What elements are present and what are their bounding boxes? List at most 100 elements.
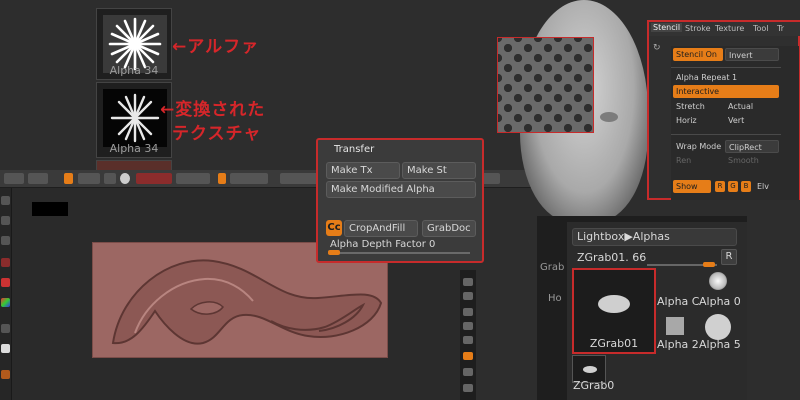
brush-swatch-icon[interactable] [1,258,10,267]
tool-icon[interactable] [463,322,473,330]
elv-button[interactable]: Elv [754,180,778,193]
alpha-slider-knob[interactable] [703,262,715,267]
alpha-5-caption[interactable]: Alpha 5 [699,338,741,351]
tab-tool[interactable]: Tool [753,24,769,33]
stroke-swatch-icon[interactable] [1,278,10,287]
wrap-mode-label[interactable]: Wrap Mode [673,140,723,153]
texture-annotation-line2: テクスチャ [172,124,262,144]
lightbox-alphas-button[interactable]: Lightbox▶Alphas [572,228,737,246]
oval-alpha-icon [598,295,630,313]
cliprect-button[interactable]: ClipRect [725,140,779,153]
zgrab-mini-caption: ZGrab0 [573,379,615,392]
g-toggle[interactable]: G [728,181,738,192]
depth-label-text: Alpha Depth Factor [330,239,426,250]
tool-icon[interactable] [463,384,473,392]
selected-alpha-thumbnail[interactable]: ZGrab01 [572,268,656,354]
toolbar-item[interactable] [104,173,116,184]
alpha-0-caption[interactable]: Alpha 0 [699,295,741,308]
ren-slider[interactable]: Ren [673,154,723,167]
horiz-button[interactable]: Horiz [673,114,723,127]
tool-icon[interactable] [463,368,473,376]
cc-toggle[interactable]: Cc [326,220,342,236]
tool-icon[interactable] [1,236,10,245]
transfer-panel: Transfer Make Tx Make St Make Modified A… [316,138,484,263]
divider [671,134,781,135]
tab-stroke[interactable]: Stroke [685,24,711,33]
texture-annotation-line1: ←変換された [160,100,266,120]
make-tx-button[interactable]: Make Tx [326,162,400,179]
crop-and-fill-button[interactable]: CropAndFill [344,220,418,237]
stencil-tabs: Stencil Stroke Texture Tool Tr [649,22,800,36]
tool-icon[interactable] [1,196,10,205]
grab-doc-button[interactable]: GrabDoc [422,220,476,237]
toolbar-item[interactable] [78,173,100,184]
alpha-repeat-slider[interactable]: Alpha Repeat 1 [673,71,779,84]
alpha-depth-slider-track[interactable] [328,252,470,254]
left-tool-strip [0,188,12,400]
tool-icon[interactable] [1,370,10,379]
alpha-thumbnail[interactable]: Alpha 34 [96,8,172,80]
toolbar-toggle[interactable] [64,173,73,184]
stencil-body: Stencil On Invert Alpha Repeat 1 Interac… [671,46,799,200]
right-tool-strip [460,270,476,400]
tool-icon[interactable] [463,336,473,344]
refresh-icon[interactable]: ↻ [653,43,661,53]
smooth-slider[interactable]: Smooth [725,154,779,167]
stretch-button[interactable]: Stretch [673,100,723,113]
actual-button[interactable]: Actual [725,100,779,113]
side-label-grab: Grab [540,262,565,273]
color-bar[interactable] [136,173,172,184]
tab-texture[interactable]: Texture [715,24,744,33]
material-icon[interactable] [120,173,130,184]
toolbar-item[interactable] [4,173,24,184]
transfer-title: Transfer [334,144,375,155]
tool-icon[interactable] [463,292,473,300]
thumbnail-caption: Alpha 34 [109,142,159,155]
tool-icon[interactable] [463,308,473,316]
tool-icon[interactable] [1,216,10,225]
toolbar-item[interactable] [230,173,268,184]
alpha-2-caption[interactable]: Alpha 2 [657,338,699,351]
alpha-0-thumbnail[interactable] [709,272,727,290]
show-button[interactable]: Show [673,180,711,193]
tab-stencil[interactable]: Stencil [651,23,683,32]
current-alpha-label: ZGrab01. 66 [577,251,647,264]
make-st-button[interactable]: Make St [402,162,476,179]
stencil-on-button[interactable]: Stencil On [673,48,723,61]
tool-icon[interactable] [1,324,10,333]
toolbar-toggle[interactable] [218,173,226,184]
depth-value: 0 [429,239,436,250]
side-label-ho: Ho [548,293,562,304]
reset-button[interactable]: R [721,249,737,265]
interactive-button[interactable]: Interactive [673,85,779,98]
toolbar-item[interactable] [28,173,48,184]
oval-alpha-icon [583,366,597,373]
texture-thumbnail[interactable]: Alpha 34 [96,82,172,158]
alpha-c-caption[interactable]: Alpha C [657,295,699,308]
color-picker-icon[interactable] [1,298,10,307]
invert-button[interactable]: Invert [725,48,779,61]
make-modified-alpha-button[interactable]: Make Modified Alpha [326,181,476,198]
r-toggle[interactable]: R [715,181,725,192]
tool-icon[interactable] [463,352,473,360]
alpha-5-thumbnail[interactable] [705,314,731,340]
texture-preview [103,89,167,147]
canvas-marker [32,202,68,216]
tab-transform[interactable]: Tr [777,24,784,33]
b-toggle[interactable]: B [741,181,751,192]
tool-icon[interactable] [463,278,473,286]
alpha-palette: Lightbox▶Alphas ZGrab01. 66 R ZGrab01 Al… [567,222,747,400]
zbrush-screen: Alpha 34 Alpha 34 ←アルファ ←変換された テクスチャ Tra… [0,0,800,400]
tool-icon[interactable] [1,344,10,353]
stencil-overlay[interactable] [497,37,594,133]
eye-right [600,112,618,122]
toolbar-item[interactable] [176,173,210,184]
selected-alpha-caption: ZGrab01 [589,337,639,350]
vert-button[interactable]: Vert [725,114,779,127]
alpha-2-thumbnail[interactable] [666,317,684,335]
thumbnail-caption: Alpha 34 [109,64,159,77]
stencil-panel: Stencil Stroke Texture Tool Tr ↻ Stencil… [647,20,800,200]
starburst-texture-icon [103,89,167,147]
alpha-depth-slider-knob[interactable] [328,250,340,255]
alpha-depth-factor-label: Alpha Depth Factor 0 [330,239,435,250]
